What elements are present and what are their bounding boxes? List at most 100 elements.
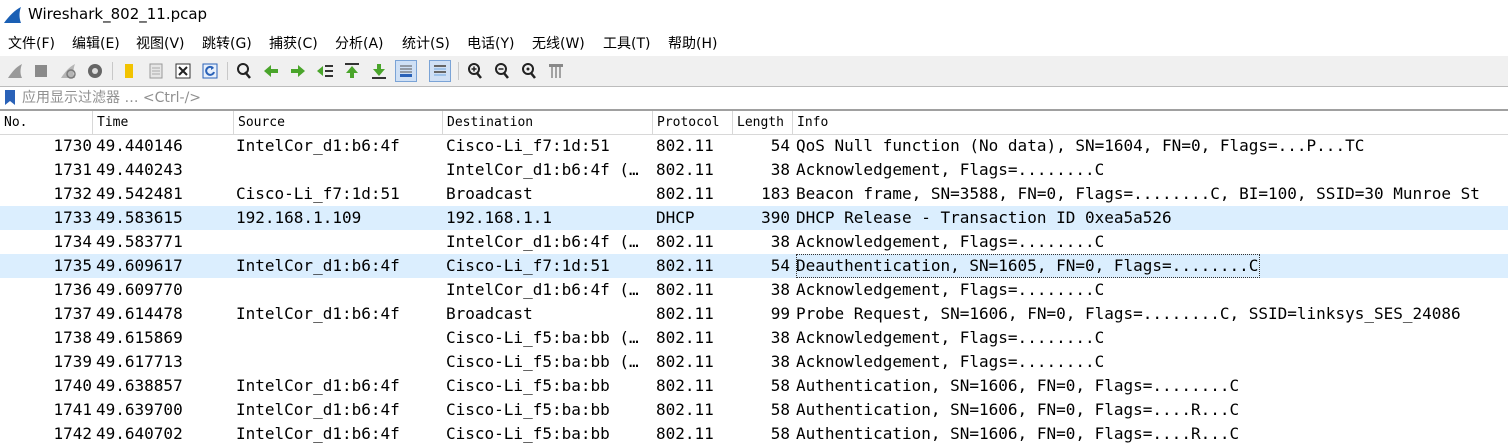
packet-info: Authentication, SN=1606, FN=0, Flags=...… <box>796 376 1240 395</box>
find-packet-icon[interactable] <box>233 60 255 82</box>
menu-go[interactable]: 跳转(G) <box>202 33 252 53</box>
packet-row-selected[interactable]: 1735 49.609617 IntelCor_d1:b6:4f Cisco-L… <box>0 254 1508 278</box>
packet-protocol: 802.11 <box>656 400 714 419</box>
menu-tools[interactable]: 工具(T) <box>603 33 650 53</box>
packet-row[interactable]: 1738 49.615869 Cisco-Li_f5:ba:bb (… 802.… <box>0 326 1508 350</box>
packet-time: 49.609770 <box>96 280 183 299</box>
packet-time: 49.638857 <box>96 376 183 395</box>
packet-row[interactable]: 1739 49.617713 Cisco-Li_f5:ba:bb (… 802.… <box>0 350 1508 374</box>
packet-source <box>236 350 440 374</box>
start-capture-icon[interactable] <box>4 60 26 82</box>
column-header-no[interactable]: No. <box>0 111 92 134</box>
packet-destination: IntelCor_d1:b6:4f (… <box>446 232 639 251</box>
packet-row[interactable]: 1734 49.583771 IntelCor_d1:b6:4f (… 802.… <box>0 230 1508 254</box>
reload-file-icon[interactable] <box>199 60 221 82</box>
column-header-length[interactable]: Length <box>732 111 792 134</box>
capture-options-icon[interactable] <box>84 60 106 82</box>
toolbar-separator <box>112 62 113 80</box>
menu-telephony[interactable]: 电话(Y) <box>467 33 514 53</box>
menu-statistics[interactable]: 统计(S) <box>402 33 450 53</box>
main-toolbar <box>0 56 1508 87</box>
open-file-icon[interactable] <box>118 60 140 82</box>
colorize-icon[interactable] <box>429 60 451 82</box>
packet-length: 54 <box>770 256 790 275</box>
column-header-source[interactable]: Source <box>233 111 442 134</box>
packet-row[interactable]: 1737 49.614478 IntelCor_d1:b6:4f Broadca… <box>0 302 1508 326</box>
menu-help[interactable]: 帮助(H) <box>668 33 717 53</box>
packet-row[interactable]: 1730 49.440146 IntelCor_d1:b6:4f Cisco-L… <box>0 134 1508 158</box>
packet-no: 1733 <box>53 208 92 227</box>
packet-source: IntelCor_d1:b6:4f <box>236 256 400 275</box>
menu-wireless[interactable]: 无线(W) <box>532 33 585 53</box>
packet-protocol: 802.11 <box>656 256 714 275</box>
close-file-icon[interactable] <box>172 60 194 82</box>
menu-edit[interactable]: 编辑(E) <box>72 33 120 53</box>
column-header-protocol[interactable]: Protocol <box>652 111 732 134</box>
packet-info: QoS Null function (No data), SN=1604, FN… <box>796 136 1365 155</box>
packet-protocol: 802.11 <box>656 328 714 347</box>
menu-capture[interactable]: 捕获(C) <box>269 33 318 53</box>
column-header-time[interactable]: Time <box>92 111 233 134</box>
zoom-out-icon[interactable] <box>491 60 513 82</box>
packet-length: 183 <box>761 184 790 203</box>
bookmark-icon[interactable] <box>5 90 15 105</box>
packet-length: 58 <box>770 400 790 419</box>
restart-capture-icon[interactable] <box>57 60 79 82</box>
first-packet-icon[interactable] <box>341 60 363 82</box>
packet-destination: Broadcast <box>446 304 533 323</box>
packet-info: Acknowledgement, Flags=........C <box>796 160 1105 179</box>
packet-protocol: 802.11 <box>656 424 714 443</box>
save-file-icon[interactable] <box>145 60 167 82</box>
go-back-icon[interactable] <box>260 60 282 82</box>
packet-row[interactable]: 1731 49.440243 IntelCor_d1:b6:4f (… 802.… <box>0 158 1508 182</box>
autoscroll-icon[interactable] <box>395 60 417 82</box>
packet-row-dhcp[interactable]: 1733 49.583615 192.168.1.109 192.168.1.1… <box>0 206 1508 230</box>
go-forward-icon[interactable] <box>287 60 309 82</box>
packet-time: 49.640702 <box>96 424 183 443</box>
normal-size-icon[interactable] <box>518 60 540 82</box>
packet-row[interactable]: 1732 49.542481 Cisco-Li_f7:1d:51 Broadca… <box>0 182 1508 206</box>
packet-time: 49.542481 <box>96 184 183 203</box>
last-packet-icon[interactable] <box>368 60 390 82</box>
column-header-destination[interactable]: Destination <box>442 111 652 134</box>
packet-time: 49.639700 <box>96 400 183 419</box>
packet-protocol: 802.11 <box>656 376 714 395</box>
packet-no: 1735 <box>53 256 92 275</box>
zoom-in-icon[interactable] <box>464 60 486 82</box>
packet-protocol: 802.11 <box>656 184 714 203</box>
packet-list: 1730 49.440146 IntelCor_d1:b6:4f Cisco-L… <box>0 134 1508 446</box>
go-to-packet-icon[interactable] <box>314 60 336 82</box>
menu-view[interactable]: 视图(V) <box>136 33 185 53</box>
packet-row[interactable]: 1736 49.609770 IntelCor_d1:b6:4f (… 802.… <box>0 278 1508 302</box>
packet-no: 1741 <box>53 400 92 419</box>
packet-time: 49.440243 <box>96 160 183 179</box>
packet-protocol: 802.11 <box>656 304 714 323</box>
packet-length: 54 <box>770 136 790 155</box>
packet-protocol: 802.11 <box>656 136 714 155</box>
packet-info: Authentication, SN=1606, FN=0, Flags=...… <box>796 400 1240 419</box>
packet-row[interactable]: 1741 49.639700 IntelCor_d1:b6:4f Cisco-L… <box>0 398 1508 422</box>
packet-destination: Broadcast <box>446 184 533 203</box>
packet-destination: Cisco-Li_f5:ba:bb <box>446 400 610 419</box>
packet-info: Acknowledgement, Flags=........C <box>796 328 1105 347</box>
packet-protocol: 802.11 <box>656 232 714 251</box>
packet-row[interactable]: 1740 49.638857 IntelCor_d1:b6:4f Cisco-L… <box>0 374 1508 398</box>
window-title: Wireshark_802_11.pcap <box>28 5 208 23</box>
packet-info: Acknowledgement, Flags=........C <box>796 280 1105 299</box>
stop-capture-icon[interactable] <box>30 60 52 82</box>
packet-time: 49.440146 <box>96 136 183 155</box>
packet-destination: IntelCor_d1:b6:4f (… <box>446 280 639 299</box>
packet-row[interactable]: 1742 49.640702 IntelCor_d1:b6:4f Cisco-L… <box>0 422 1508 446</box>
packet-info: Acknowledgement, Flags=........C <box>796 352 1105 371</box>
resize-columns-icon[interactable] <box>545 60 567 82</box>
packet-source <box>236 230 440 254</box>
packet-source <box>236 326 440 350</box>
packet-source: Cisco-Li_f7:1d:51 <box>236 184 400 203</box>
menu-file[interactable]: 文件(F) <box>8 33 55 53</box>
packet-time: 49.614478 <box>96 304 183 323</box>
display-filter-input[interactable] <box>22 88 1502 108</box>
menu-analyze[interactable]: 分析(A) <box>335 33 384 53</box>
packet-source: IntelCor_d1:b6:4f <box>236 136 400 155</box>
column-header-info[interactable]: Info <box>792 111 1508 134</box>
packet-time: 49.583615 <box>96 208 183 227</box>
